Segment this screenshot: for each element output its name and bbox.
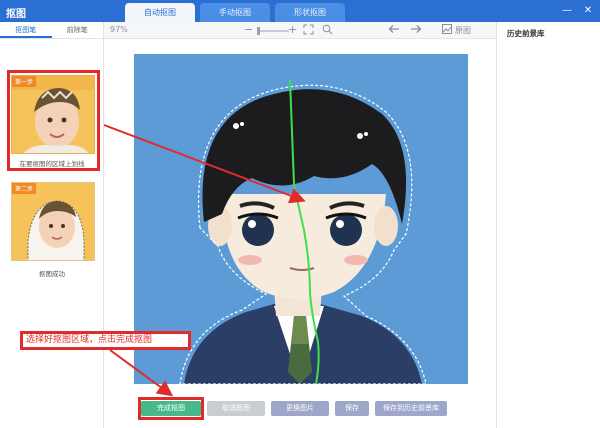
history-panel-title: 历史前景库 [507,29,545,38]
save-button[interactable]: 保存 [335,401,369,416]
step2-caption: 抠图成功 [39,270,65,278]
minimize-button[interactable]: — [561,5,573,17]
zoom-slider[interactable] [257,27,289,35]
tab-cutout-brush[interactable]: 抠图笔 [0,22,52,38]
step1-highlight-box [7,70,100,171]
title-bar: 抠图 自动抠图 手动抠图 形状抠图 — ✕ [0,0,600,22]
original-image-button[interactable]: 原图 [455,25,471,36]
cutout-window: 抠图 自动抠图 手动抠图 形状抠图 — ✕ 抠图笔 前除笔 第一步 在要抠图的区… [0,0,600,428]
history-panel: 历史前景库 [496,22,600,428]
tab-auto-cutout[interactable]: 自动抠图 [125,3,195,22]
undo-arrow-icon[interactable] [388,24,400,36]
canvas-toolbar: 97% − + 原图 [104,22,496,39]
replace-image-button[interactable]: 更换图片 [271,401,329,416]
finish-button-highlight [138,397,204,420]
instruction-callout: 选择好抠图区域，点击完成抠图 [20,331,191,350]
tab-shape-cutout[interactable]: 形状抠图 [275,3,345,22]
cancel-cutout-button[interactable]: 取消抠图 [207,401,265,416]
mode-tabs: 自动抠图 手动抠图 形状抠图 [125,3,345,22]
zoom-slider-knob[interactable] [257,27,260,35]
actual-size-icon[interactable] [322,24,333,37]
save-to-history-button[interactable]: 保存到历史前景库 [375,401,447,416]
brush-tabs: 抠图笔 前除笔 [0,22,103,39]
original-image-icon[interactable] [442,24,452,36]
window-title: 抠图 [6,9,26,20]
baby-cutout-image [12,183,94,260]
close-button[interactable]: ✕ [582,5,594,17]
fit-window-icon[interactable] [303,24,314,37]
zoom-out-button[interactable]: − [244,23,253,36]
tab-manual-cutout[interactable]: 手动抠图 [200,3,270,22]
left-panel: 抠图笔 前除笔 第一步 在要抠图的区域上划线 第二步 抠图成功 [0,22,104,428]
zoom-level: 97% [110,25,128,34]
redo-arrow-icon[interactable] [410,24,422,36]
step2-thumbnail: 第二步 [11,182,95,261]
step2-badge: 第二步 [12,183,37,194]
zoom-in-button[interactable]: + [288,23,297,36]
tab-erase-brush[interactable]: 前除笔 [52,22,104,38]
